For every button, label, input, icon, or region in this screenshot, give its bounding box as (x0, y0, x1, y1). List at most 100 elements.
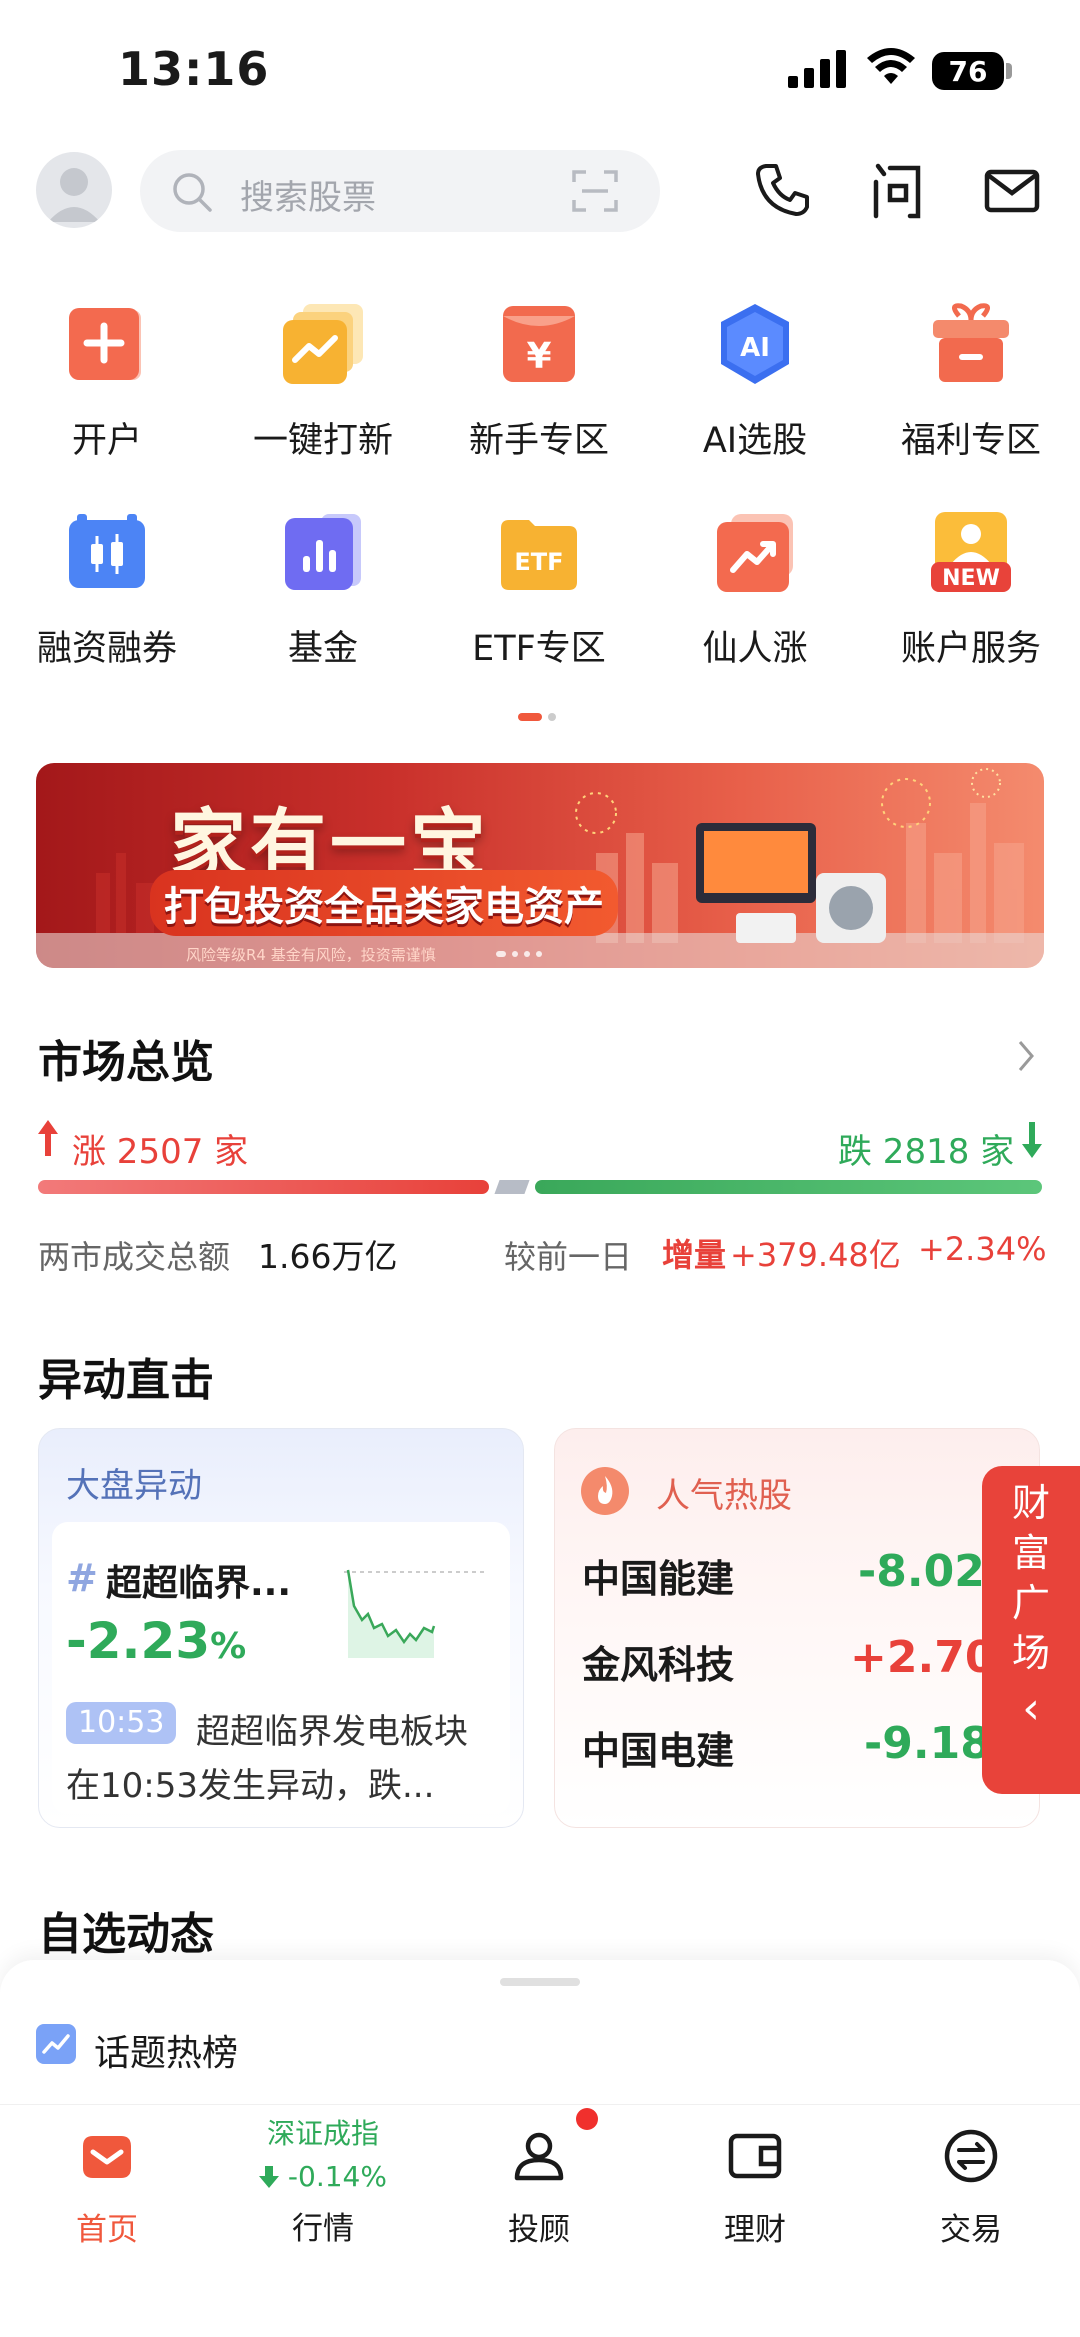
battery-level: 76 (948, 54, 988, 88)
shortcut-label: 一键打新 (252, 421, 393, 461)
fall-segment (535, 1180, 1042, 1194)
anomaly-change-value: -2.23 (66, 1612, 211, 1670)
shortcut-label: 新手专区 (468, 421, 609, 461)
mail-icon[interactable] (982, 160, 1042, 220)
rise-count: 涨 2507 家 (72, 1132, 249, 1172)
hot-stock-change: -9.18 (864, 1718, 991, 1769)
anomaly-desc-line1: 超超临界发电板块 (196, 1712, 468, 1752)
chevron-right-icon[interactable] (1014, 1038, 1038, 1074)
hot-stock-change: +2.70 (850, 1632, 996, 1683)
anomaly-time-tag: 10:53 (66, 1702, 177, 1744)
hot-stocks-title: 人气热股 (656, 1476, 792, 1516)
page-indicator (548, 713, 556, 721)
exchange-icon (944, 2129, 998, 2183)
market-overview-title: 市场总览 (38, 1037, 214, 1088)
increase-value: +379.48亿 (730, 1236, 901, 1274)
sparkline-chart (344, 1569, 488, 1658)
index-name: 深证成指 (266, 2117, 379, 2150)
gift-box-icon (929, 302, 1013, 386)
tabbar-divider (0, 2104, 1080, 2105)
shortcut-newbie[interactable]: ¥ 新手专区 (459, 302, 619, 463)
shortcut-label: ETF专区 (472, 629, 606, 669)
float-tab-char: 财 (1011, 1481, 1050, 1525)
shortcut-ai-stock[interactable]: AI AI选股 (675, 302, 835, 463)
sheet-drag-handle[interactable] (500, 1978, 580, 1986)
shortcut-label: 基金 (287, 629, 358, 669)
scan-icon[interactable] (572, 168, 618, 214)
tab-home[interactable]: 首页 (7, 2126, 207, 2249)
user-avatar-icon (48, 168, 100, 222)
hot-stock-name: 中国能建 (582, 1557, 735, 1601)
tab-wealth[interactable]: 理财 (655, 2126, 855, 2249)
increase-label: 增量 (662, 1236, 727, 1274)
shortcut-fund[interactable]: 基金 (243, 510, 403, 671)
tab-market[interactable]: 深证成指 -0.14% 行情 (223, 2112, 423, 2248)
shortcut-welfare[interactable]: 福利专区 (891, 302, 1051, 463)
trending-topics-label[interactable]: 话题热榜 (94, 2024, 238, 2076)
phone-icon[interactable] (752, 160, 812, 220)
arrow-down-icon (259, 2166, 280, 2188)
person-icon (514, 2132, 564, 2181)
svg-text:¥: ¥ (526, 336, 551, 377)
yen-envelope-icon: ¥ (497, 302, 581, 386)
anomaly-change: -2.23% (66, 1612, 246, 1670)
tab-advisor[interactable]: 投顾 (439, 2126, 639, 2249)
shortcut-ipo[interactable]: 一键打新 (243, 302, 403, 463)
shortcut-label: 福利专区 (900, 421, 1041, 461)
flame-icon (581, 1467, 629, 1515)
anomaly-change-unit: % (210, 1626, 247, 1667)
question-icon[interactable] (866, 160, 926, 220)
etf-folder-icon: ETF (497, 510, 581, 594)
watchlist-title: 自选动态 (38, 1909, 214, 1960)
svg-text:AI: AI (740, 333, 770, 363)
shortcut-label: AI选股 (702, 421, 808, 461)
cellular-signal-icon (788, 50, 846, 88)
plus-card-icon (65, 302, 149, 386)
rising-arrow-icon (713, 510, 797, 594)
shortcut-label: 融资融券 (36, 629, 177, 669)
float-tab-char: 广 (1011, 1581, 1050, 1625)
trending-topics-icon (36, 2024, 76, 2064)
search-icon (173, 173, 212, 212)
tab-home-label: 首页 (76, 2212, 138, 2248)
fall-count: 跌 2818 家 (838, 1132, 1015, 1172)
new-badge: NEW (942, 566, 1000, 591)
compare-label: 较前一日 (504, 1238, 633, 1276)
wallet-icon (728, 2133, 782, 2179)
flat-segment (494, 1180, 530, 1194)
anomaly-desc-line2: 在10:53发生异动，跌... (66, 1766, 435, 1806)
float-tab-char: 场 (1011, 1631, 1050, 1675)
wealth-plaza-float-tab[interactable]: 财 富 广 场 ‹ (982, 1466, 1080, 1794)
hot-stock-change: -8.02 (858, 1546, 985, 1597)
shortcut-margin[interactable]: 融资融券 (27, 510, 187, 671)
shortcut-label: 开户 (71, 421, 142, 461)
svg-text:ETF: ETF (514, 548, 563, 576)
shortcut-open-account[interactable]: 开户 (27, 302, 187, 463)
shortcut-label: 账户服务 (900, 629, 1041, 669)
hash-icon: # (66, 1556, 98, 1600)
hot-stock-name: 中国电建 (582, 1729, 735, 1773)
candlestick-icon (65, 510, 149, 594)
status-time: 13:16 (118, 42, 270, 96)
shortcut-etf[interactable]: ETF ETF专区 (459, 510, 619, 671)
arrow-up-icon (38, 1120, 58, 1156)
chevron-left-icon: ‹ (1022, 1683, 1040, 1734)
tab-trade-label: 交易 (940, 2212, 1002, 2248)
index-change: -0.14% (223, 2160, 423, 2193)
rise-segment (38, 1180, 489, 1194)
float-tab-char: 富 (1011, 1531, 1050, 1575)
shortcut-account-service[interactable]: NEW 账户服务 (891, 510, 1051, 671)
home-icon (83, 2136, 131, 2178)
rise-fall-bar (38, 1180, 1042, 1194)
wifi-icon (867, 48, 915, 84)
shortcut-label: 仙人涨 (702, 629, 808, 669)
banner-risk-note: 风险等级R4 基金有风险，投资需谨慎 (186, 946, 436, 964)
arrow-down-icon (1022, 1122, 1042, 1158)
tab-trade[interactable]: 交易 (871, 2126, 1071, 2249)
movers-title: 异动直击 (38, 1355, 214, 1406)
shortcut-xianrenzhang[interactable]: 仙人涨 (675, 510, 835, 671)
turnover-label: 两市成交总额 (38, 1238, 231, 1276)
battery-cap (1006, 63, 1012, 79)
index-change-value: -0.14% (287, 2160, 387, 2193)
avatar[interactable] (36, 152, 112, 228)
